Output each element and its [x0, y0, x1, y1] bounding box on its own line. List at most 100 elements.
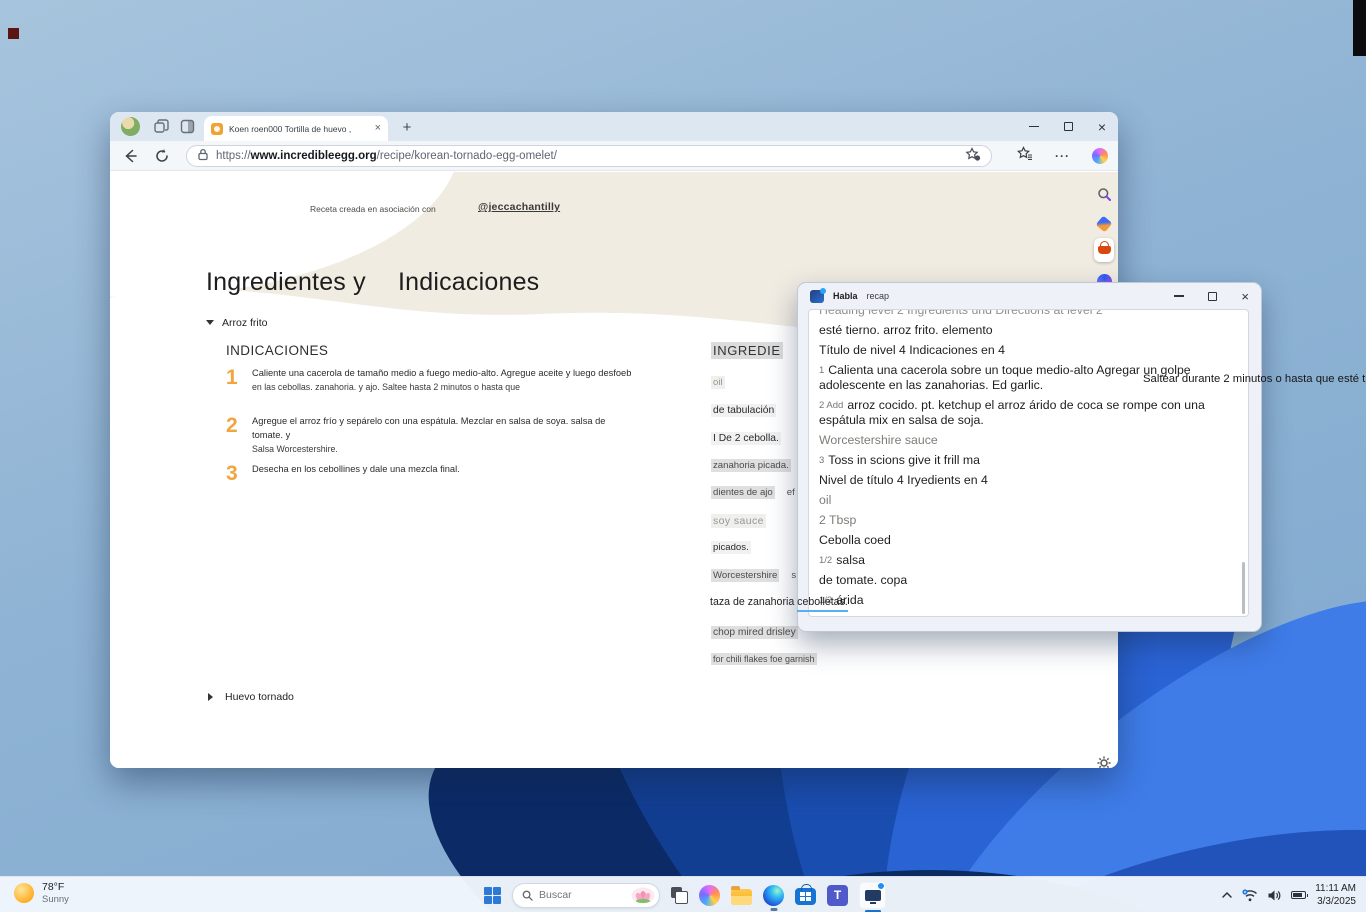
step-number: 3: [226, 463, 244, 484]
transcript-line: Worcestershire sauce: [819, 433, 1238, 448]
ingredient-item: oil: [711, 377, 725, 388]
screen-artifact-red-square: [8, 28, 19, 39]
address-bar[interactable]: https://www.incredibleegg.org/recipe/kor…: [186, 145, 992, 167]
ingredient-item: dientes de ajoef: [711, 487, 795, 498]
clock-widget[interactable]: 11:11 AM 3/3/2025: [1315, 882, 1356, 908]
tray-date: 3/3/2025: [1315, 895, 1356, 908]
tab-actions-icon[interactable]: [180, 119, 195, 134]
taskbar-search-box[interactable]: [512, 883, 660, 908]
weather-text: 78°F Sunny: [42, 881, 69, 906]
recap-titlebar: Habla recap: [798, 283, 1261, 309]
toolbar-right-icons: [1017, 146, 1108, 166]
ingredient-item: for chili flakes foe garnish: [711, 654, 817, 664]
expand-arrow-icon: [208, 693, 217, 701]
transcript-line: Nivel de título 4 Iryedients en 4: [819, 473, 1238, 488]
sun-icon: [14, 883, 34, 903]
search-input[interactable]: [539, 889, 625, 901]
taskbar-center-icons: [484, 877, 886, 912]
search-icon: [522, 890, 533, 901]
step-text: Agregue el arroz frío y sepárelo con una…: [252, 415, 637, 456]
sidebar-search-icon[interactable]: [1094, 184, 1114, 204]
step-text: Caliente una cacerola de tamaño medio a …: [252, 367, 637, 394]
workspaces-icon[interactable]: [154, 119, 169, 134]
favorites-icon[interactable]: [1017, 146, 1033, 166]
sidebar-shopping-icon[interactable]: [1094, 214, 1114, 234]
ingredient-item: de tabulación: [711, 405, 776, 416]
sidebar-basket-icon[interactable]: [1094, 240, 1114, 260]
section-toggle-arroz-frito[interactable]: Arroz frito: [206, 316, 268, 329]
copilot-icon[interactable]: [1092, 148, 1108, 164]
taskbar: 78°F Sunny: [0, 876, 1366, 912]
new-tab-button[interactable]: [398, 118, 416, 136]
recap-scrollbar[interactable]: [1242, 562, 1245, 614]
ingredients-header: INGREDIEN: [711, 343, 809, 358]
ingredient-carrot-scallions: taza de zanahoria cebolletas.: [710, 596, 848, 608]
window-minimize-button[interactable]: [1029, 126, 1039, 127]
transcript-line: de tomate. copa: [819, 573, 1238, 588]
tray-time: 11:11 AM: [1315, 882, 1356, 895]
directions-header: INDICACIONES: [226, 343, 328, 358]
edge-icon[interactable]: [763, 885, 784, 906]
battery-icon[interactable]: [1291, 891, 1306, 899]
task-view-icon[interactable]: [671, 887, 688, 904]
ingredient-item: soy sauce: [711, 515, 766, 527]
recap-transcript-panel[interactable]: Heading level 2 Ingredients und Directio…: [808, 309, 1249, 617]
taskbar-weather-widget[interactable]: 78°F Sunny: [14, 881, 69, 906]
window-maximize-button[interactable]: [1064, 122, 1073, 131]
sidebar-settings-icon[interactable]: [1094, 753, 1114, 768]
narrator-app-icon[interactable]: [859, 882, 886, 909]
section-label: Huevo tornado: [225, 691, 294, 703]
ingredient-item: Worcestershires: [711, 570, 796, 581]
direction-step: 3 Desecha en los cebollines y dale una m…: [226, 463, 646, 484]
transcript-line: 1/2árida: [819, 593, 1238, 608]
transcript-line: 2 Tbsp: [819, 513, 1238, 528]
transcript-line: 2 Addarroz cocido. pt. ketchup el arroz …: [819, 398, 1238, 428]
more-menu-icon[interactable]: [1055, 149, 1070, 163]
window-controls: [1029, 112, 1106, 141]
tray-chevron-icon[interactable]: [1221, 891, 1233, 899]
recap-app-icon: [810, 290, 824, 303]
file-explorer-icon[interactable]: [731, 889, 752, 905]
transcript-line: Título de nivel 4 Indicaciones en 4: [819, 343, 1238, 358]
recap-window-controls: [1174, 290, 1249, 303]
step-number: 2: [226, 415, 244, 456]
search-highlight-flower-icon: [631, 887, 655, 904]
back-icon[interactable]: [122, 148, 138, 169]
monitor-icon: [865, 890, 881, 901]
transcript-line: esté tierno. arroz frito. elemento: [819, 323, 1238, 338]
bookmark-gear-icon[interactable]: [965, 147, 981, 165]
microsoft-store-icon[interactable]: [795, 888, 816, 905]
transcript-line: oil: [819, 493, 1238, 508]
profile-avatar-icon[interactable]: [121, 117, 140, 136]
ingredient-item: chop mired drisley: [711, 627, 798, 638]
screen-artifact-black-strip: [1353, 0, 1366, 56]
site-favicon: [211, 123, 223, 135]
step-number: 1: [226, 367, 244, 394]
transcript-line: 1/2salsa: [819, 553, 1238, 568]
transcript-line: 3Toss in scions give it frill ma: [819, 453, 1238, 468]
collapse-arrow-icon: [206, 320, 214, 329]
weather-condition: Sunny: [42, 894, 69, 905]
partnership-label: Receta creada en asociación con: [310, 204, 436, 214]
refresh-icon[interactable]: [154, 148, 170, 169]
section-toggle-huevo-tornado[interactable]: Huevo tornado: [206, 691, 294, 703]
teams-icon[interactable]: [827, 885, 848, 906]
taskbar-copilot-icon[interactable]: [699, 885, 720, 906]
site-lock-icon[interactable]: [197, 148, 209, 164]
wifi-icon[interactable]: [1242, 889, 1258, 902]
desktop: Koen roen000 Tortilla de huevo , ht: [0, 0, 1366, 912]
browser-tab[interactable]: Koen roen000 Tortilla de huevo ,: [204, 116, 388, 141]
volume-icon[interactable]: [1267, 889, 1282, 902]
browser-toolbar: https://www.incredibleegg.org/recipe/kor…: [110, 141, 1118, 171]
partner-link[interactable]: @jeccachantilly: [478, 201, 560, 213]
recap-minimize-button[interactable]: [1174, 295, 1184, 296]
recap-close-button[interactable]: [1241, 290, 1249, 303]
open-app-indicator: [770, 908, 777, 910]
weather-temperature: 78°F: [42, 881, 69, 894]
start-button[interactable]: [484, 887, 501, 904]
direction-step: 2 Agregue el arroz frío y sepárelo con u…: [226, 415, 646, 456]
tab-close-icon[interactable]: [375, 123, 381, 134]
recap-maximize-button[interactable]: [1208, 292, 1217, 301]
direction-step: 1 Caliente una cacerola de tamaño medio …: [226, 367, 646, 394]
window-close-button[interactable]: [1098, 120, 1106, 134]
